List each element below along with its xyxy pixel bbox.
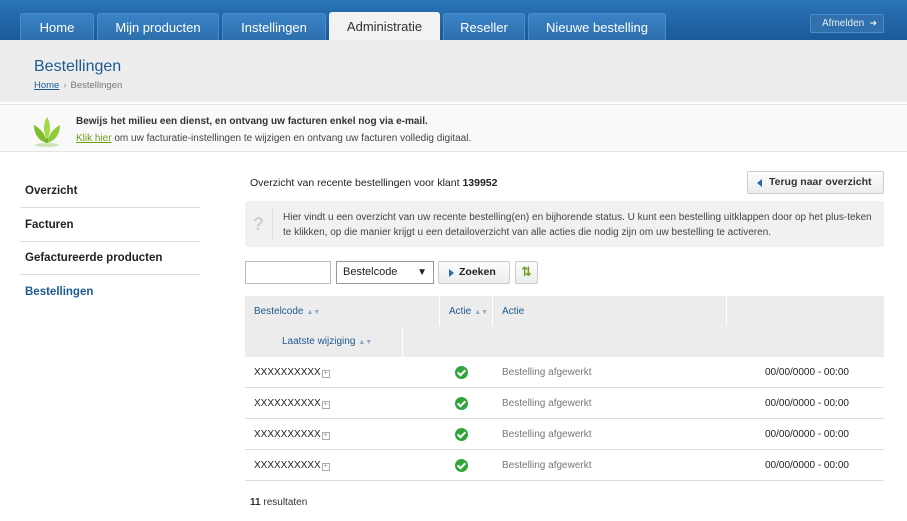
order-date: 00/00/0000 - 00:00 — [765, 367, 849, 378]
column-divider — [726, 296, 727, 326]
page-header: Bestellingen Home › Bestellingen — [0, 40, 907, 102]
notice-title: Bewijs het milieu een dienst, en ontvang… — [76, 116, 428, 127]
triangle-right-icon — [449, 269, 454, 277]
table-row: XXXXXXXXXX + Bestelling afgewerkt 00/00/0… — [245, 357, 884, 388]
check-circle-icon — [455, 397, 468, 410]
expand-plus-icon[interactable]: + — [321, 432, 330, 440]
notice-link[interactable]: Klik hier — [76, 133, 112, 144]
tab-mijn-producten[interactable]: Mijn producten — [97, 13, 219, 40]
expand-plus-icon[interactable]: + — [321, 370, 330, 378]
column-header-laatste-wijziging[interactable]: Laatste wijziging ▲▼ — [282, 336, 372, 347]
search-button[interactable]: Zoeken — [438, 261, 510, 284]
breadcrumb: Home › Bestellingen — [34, 80, 122, 91]
search-field-select[interactable]: Bestelcode ▼ — [336, 261, 434, 284]
results-number: 11 — [250, 497, 261, 508]
column-header-actie: Actie — [502, 306, 524, 317]
column-header-label: Actie — [449, 306, 472, 317]
column-divider — [439, 296, 440, 326]
notice-description: om uw facturatie-instellingen te wijzige… — [114, 133, 472, 144]
tab-instellingen[interactable]: Instellingen — [222, 13, 326, 40]
order-code: XXXXXXXXXX + — [254, 460, 330, 471]
arrow-right-icon: ➜ — [869, 18, 877, 28]
order-status: Bestelling afgewerkt — [502, 460, 592, 471]
expand-plus-icon[interactable]: + — [321, 463, 330, 471]
info-box: ? Hier vindt u een overzicht van uw rece… — [245, 201, 884, 247]
order-code-text: XXXXXXXXXX — [254, 367, 321, 378]
refresh-button[interactable]: ⇅ — [515, 261, 538, 284]
page-title: Bestellingen — [34, 58, 122, 75]
back-to-overview-button[interactable]: Terug naar overzicht — [747, 171, 884, 194]
triangle-left-icon — [757, 179, 762, 187]
tab-administratie[interactable]: Administratie — [329, 12, 440, 40]
select-value: Bestelcode — [343, 266, 398, 278]
sort-icon: ▲▼ — [306, 309, 321, 316]
sidebar-item-facturen[interactable]: Facturen — [20, 208, 200, 242]
order-code: XXXXXXXXXX + — [254, 429, 330, 440]
search-input[interactable] — [245, 261, 331, 284]
question-icon: ? — [253, 214, 264, 234]
info-divider — [272, 209, 273, 239]
expand-plus-icon[interactable]: + — [321, 401, 330, 409]
order-code-text: XXXXXXXXXX — [254, 460, 321, 471]
sidebar-item-overzicht[interactable]: Overzicht — [20, 174, 200, 208]
check-circle-icon — [455, 428, 468, 441]
order-code-text: XXXXXXXXXX — [254, 429, 321, 440]
sidebar-item-gefactureerde-producten[interactable]: Gefactureerde producten — [20, 241, 200, 275]
order-code: XXXXXXXXXX + — [254, 398, 330, 409]
refresh-icon: ⇅ — [521, 264, 532, 279]
caret-down-icon: ▼ — [417, 267, 427, 278]
order-status: Bestelling afgewerkt — [502, 367, 592, 378]
breadcrumb-current: Bestellingen — [70, 80, 123, 91]
order-status: Bestelling afgewerkt — [502, 398, 592, 409]
breadcrumb-home-link[interactable]: Home — [34, 80, 59, 91]
overview-prefix: Overzicht van recente bestellingen voor … — [250, 177, 460, 189]
table-header: Bestelcode ▲▼ Actie ▲▼ Actie Laatste wijzi… — [245, 296, 884, 357]
column-header-label: Actie — [502, 306, 525, 317]
tab-reseller[interactable]: Reseller — [443, 13, 525, 40]
column-header-actie-icon[interactable]: Actie ▲▼ — [449, 306, 488, 317]
search-button-label: Zoeken — [459, 266, 496, 278]
customer-id: 139952 — [462, 177, 498, 189]
logout-label: Afmelden — [822, 18, 865, 29]
info-text: Hier vindt u een overzicht van uw recent… — [283, 212, 872, 238]
order-status: Bestelling afgewerkt — [502, 429, 592, 440]
overview-heading: Overzicht van recente bestellingen voor … — [250, 177, 498, 189]
results-label: resultaten — [263, 497, 308, 508]
column-header-label: Laatste wijziging — [282, 336, 356, 347]
column-divider — [402, 326, 403, 357]
eco-notice: Bewijs het milieu een dienst, en ontvang… — [0, 104, 907, 152]
check-circle-icon — [455, 459, 468, 472]
table-row: XXXXXXXXXX + Bestelling afgewerkt 00/00/0… — [245, 450, 884, 481]
order-date: 00/00/0000 - 00:00 — [765, 429, 849, 440]
order-code-text: XXXXXXXXXX — [254, 398, 321, 409]
check-circle-icon — [455, 366, 468, 379]
table-row: XXXXXXXXXX + Bestelling afgewerkt 00/00/0… — [245, 388, 884, 419]
notice-text: Klik hier om uw facturatie-instellingen … — [76, 133, 471, 144]
column-header-label: Bestelcode — [254, 306, 304, 317]
column-header-bestelcode[interactable]: Bestelcode ▲▼ — [254, 306, 320, 317]
table-row: XXXXXXXXXX + Bestelling afgewerkt 00/00/0… — [245, 419, 884, 450]
order-code: XXXXXXXXXX + — [254, 367, 330, 378]
sort-icon: ▲▼ — [358, 339, 373, 346]
order-date: 00/00/0000 - 00:00 — [765, 398, 849, 409]
column-divider — [492, 296, 493, 326]
tab-home[interactable]: Home — [20, 13, 94, 40]
order-date: 00/00/0000 - 00:00 — [765, 460, 849, 471]
sort-icon: ▲▼ — [474, 309, 489, 316]
logout-button[interactable]: Afmelden ➜ — [810, 14, 884, 33]
sidebar-item-bestellingen[interactable]: Bestellingen — [20, 275, 200, 309]
tab-nieuwe-bestelling[interactable]: Nieuwe bestelling — [528, 13, 666, 40]
leaf-icon — [34, 117, 60, 147]
back-label: Terug naar overzicht — [769, 176, 872, 188]
results-count: 11 resultaten — [250, 497, 307, 508]
top-navigation: Home Mijn producten Instellingen Adminis… — [0, 0, 907, 40]
chevron-right-icon: › — [63, 80, 67, 91]
